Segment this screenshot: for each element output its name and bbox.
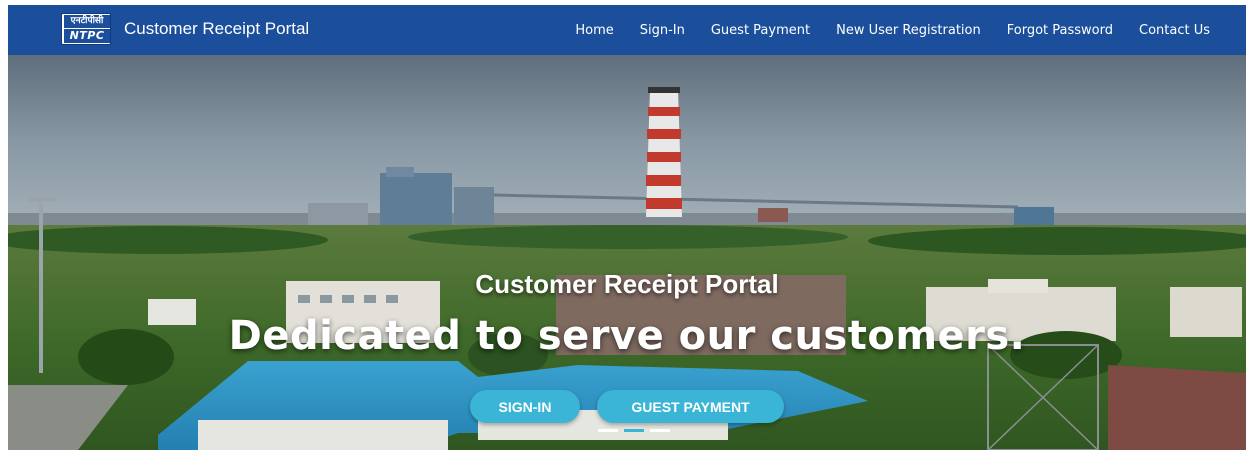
nav-guest-payment-link[interactable]: Guest Payment (711, 23, 810, 38)
main-nav: Home Sign-In Guest Payment New User Regi… (549, 5, 1210, 55)
logo-hindi-text: एनटीपीसी (64, 15, 110, 28)
nav-signin-link[interactable]: Sign-In (640, 23, 685, 38)
hero-title: Dedicated to serve our customers. (228, 313, 1026, 359)
hero-carousel: Customer Receipt Portal Dedicated to ser… (8, 55, 1246, 450)
carousel-indicator-3[interactable] (650, 429, 670, 432)
signin-button[interactable]: SIGN-IN (470, 390, 580, 423)
nav-home-link[interactable]: Home (575, 23, 613, 38)
hero-subtitle: Customer Receipt Portal (475, 269, 779, 299)
carousel-indicator-1[interactable] (598, 429, 618, 432)
ntpc-logo[interactable]: एनटीपीसी NTPC (61, 13, 111, 45)
nav-new-user-registration-link[interactable]: New User Registration (836, 23, 981, 38)
brand-title[interactable]: Customer Receipt Portal (124, 19, 309, 39)
top-navbar: एनटीपीसी NTPC Customer Receipt Portal Ho… (8, 5, 1246, 55)
brand[interactable]: एनटीपीसी NTPC Customer Receipt Portal (61, 13, 309, 45)
guest-payment-button[interactable]: GUEST PAYMENT (597, 390, 784, 423)
carousel-indicator-2[interactable] (624, 429, 644, 432)
logo-ntpc-text: NTPC (64, 29, 110, 43)
nav-contact-us-link[interactable]: Contact Us (1139, 23, 1210, 38)
carousel-indicators (598, 429, 676, 432)
nav-forgot-password-link[interactable]: Forgot Password (1007, 23, 1113, 38)
